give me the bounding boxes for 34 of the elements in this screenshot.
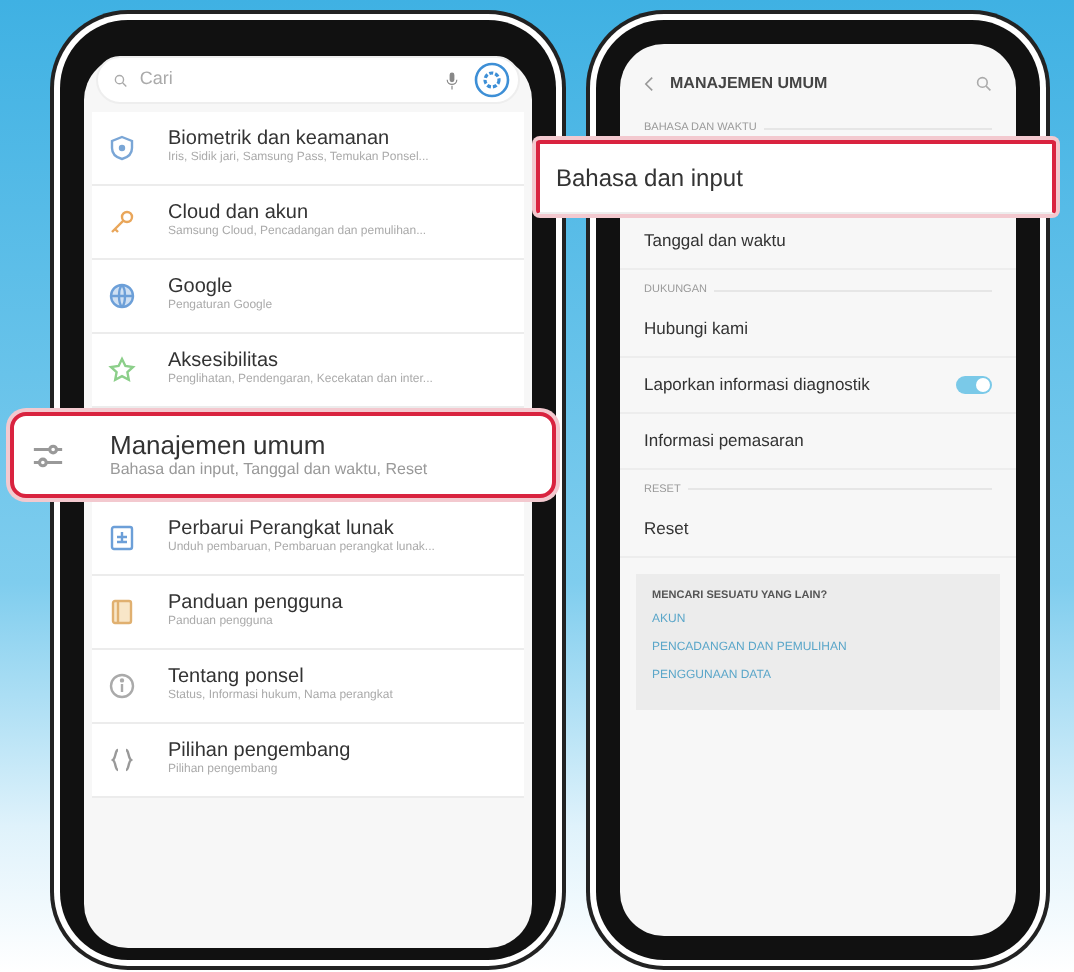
- key-icon: [108, 208, 136, 236]
- setting-item[interactable]: Bahasa dan input: [536, 140, 1056, 215]
- item-title: Panduan pengguna: [168, 592, 343, 615]
- star-icon: [108, 356, 136, 384]
- setting-label: Laporkan informasi diagnostik: [644, 372, 870, 398]
- setting-item[interactable]: Tanggal dan waktu: [620, 214, 1016, 270]
- setting-item[interactable]: Informasi pemasaran: [620, 413, 1016, 469]
- item-title: Google: [168, 276, 235, 299]
- item-title: Perbarui Perangkat lunak: [168, 518, 396, 541]
- item-subtitle: Bahasa dan input, Tanggal dan waktu, Reset: [110, 460, 428, 481]
- item-title: Cloud dan akun: [168, 202, 311, 225]
- item-title: Pilihan pengembang: [168, 740, 351, 763]
- item-title: Tentang ponsel: [168, 666, 306, 689]
- globe-icon: [108, 282, 136, 310]
- update-icon: [108, 524, 136, 552]
- book-icon: [108, 598, 136, 626]
- search-icon[interactable]: [976, 76, 992, 92]
- screen-title: MANAJEMEN UMUM: [670, 72, 830, 96]
- microphone-icon[interactable]: [446, 71, 458, 89]
- setting-item[interactable]: Hubungi kami: [620, 302, 1016, 358]
- shield-icon: [108, 134, 136, 162]
- braces-icon: [108, 746, 136, 774]
- search-bar[interactable]: Cari: [96, 56, 520, 104]
- toggle-switch[interactable]: [956, 375, 992, 394]
- item-title: Manajemen umum: [110, 429, 328, 461]
- search-icon: [114, 71, 128, 89]
- setting-item[interactable]: Reset: [620, 501, 1016, 557]
- item-title: Aksesibilitas: [168, 350, 281, 373]
- info-icon: [108, 672, 136, 700]
- search-field[interactable]: Cari: [135, 64, 438, 96]
- back-icon[interactable]: [644, 76, 654, 92]
- settings-icon[interactable]: [474, 62, 510, 98]
- item-title: Biometrik dan keamanan: [168, 128, 392, 151]
- settings-item[interactable]: Manajemen umum Bahasa dan input, Tanggal dan waktu, Reset: [10, 412, 556, 498]
